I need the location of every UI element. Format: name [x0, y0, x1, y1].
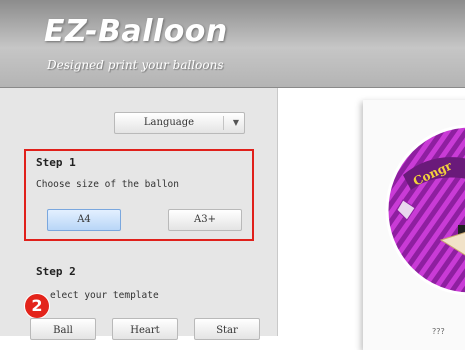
balloon-preview-card: Congr [363, 100, 465, 350]
app-subtitle: Designed print your balloons [47, 58, 224, 72]
size-a4-button[interactable]: A4 [47, 209, 121, 231]
template-star-button[interactable]: Star [194, 318, 260, 340]
step2-description: elect your template [50, 290, 159, 301]
step1-title: Step 1 [36, 156, 76, 169]
app-title: EZ-Balloon [44, 14, 228, 49]
size-a3plus-button[interactable]: A3+ [168, 209, 242, 231]
template-ball-button[interactable]: Ball [30, 318, 96, 340]
chevron-down-icon: ▼ [232, 118, 240, 127]
app-header: EZ-Balloon Designed print your balloons [0, 0, 465, 88]
step1-description: Choose size of the ballon [36, 179, 179, 190]
step2-title: Step 2 [36, 265, 76, 278]
balloon-image: Congr [385, 124, 465, 296]
preview-caption: ??? [432, 327, 445, 336]
template-heart-button[interactable]: Heart [112, 318, 178, 340]
language-dropdown[interactable]: Language ▼ [114, 112, 245, 134]
step-badge: 2 [25, 294, 49, 318]
dropdown-divider [223, 116, 224, 130]
language-label: Language [143, 117, 195, 128]
